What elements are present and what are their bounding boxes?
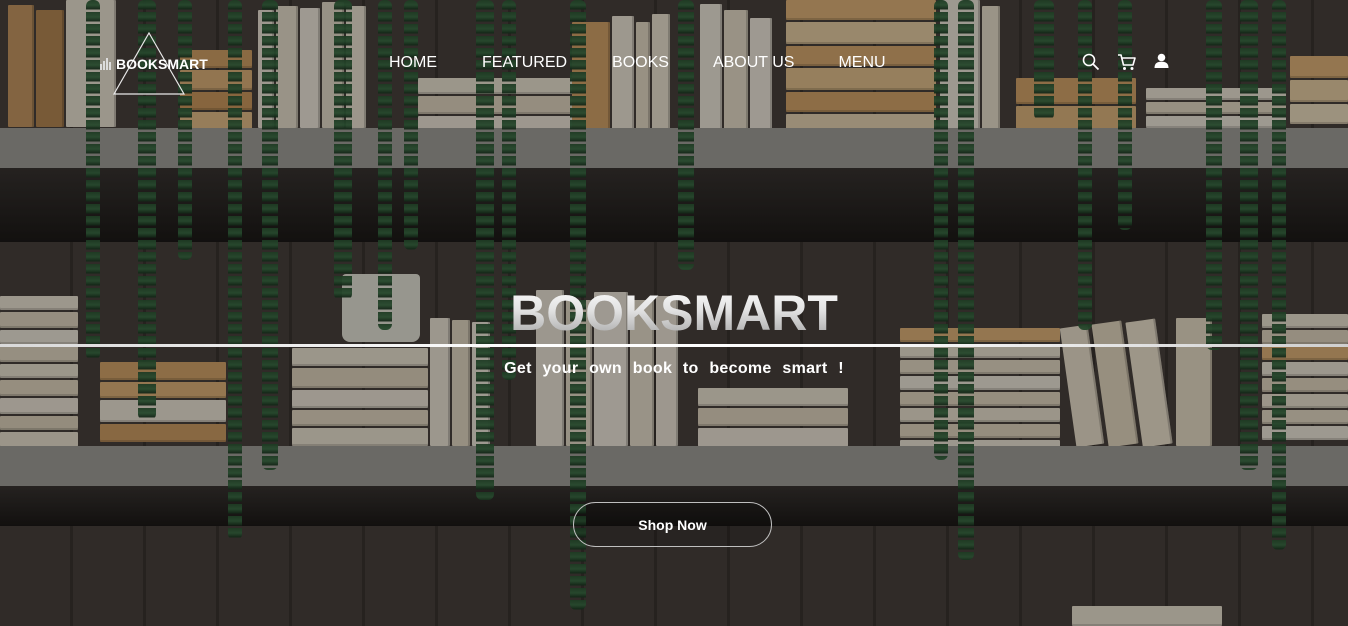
nav-item-about-us[interactable]: ABOUT US <box>713 54 795 72</box>
nav-item-books[interactable]: BOOKS <box>612 54 669 72</box>
brand-name: BOOKSMART <box>116 56 208 72</box>
main-nav: HOME FEATURED BOOKS ABOUT US MENU <box>389 54 886 72</box>
shop-now-button[interactable]: Shop Now <box>573 502 772 547</box>
header-icons <box>1082 53 1169 76</box>
hero-title: BOOKSMART <box>0 284 1348 342</box>
hero-divider <box>0 344 1348 347</box>
nav-item-menu[interactable]: MENU <box>838 54 885 72</box>
hero-subtitle: Get your own book to become smart ! <box>504 360 844 377</box>
nav-item-home[interactable]: HOME <box>389 54 437 72</box>
cart-icon[interactable] <box>1117 53 1136 76</box>
brand-logo[interactable]: BOOKSMART <box>98 32 208 96</box>
site-header: BOOKSMART HOME FEATURED BOOKS ABOUT US M… <box>0 0 1348 130</box>
bars-logo-icon <box>100 58 111 70</box>
user-icon[interactable] <box>1154 53 1169 76</box>
search-icon[interactable] <box>1082 53 1100 76</box>
nav-item-featured[interactable]: FEATURED <box>482 54 567 72</box>
